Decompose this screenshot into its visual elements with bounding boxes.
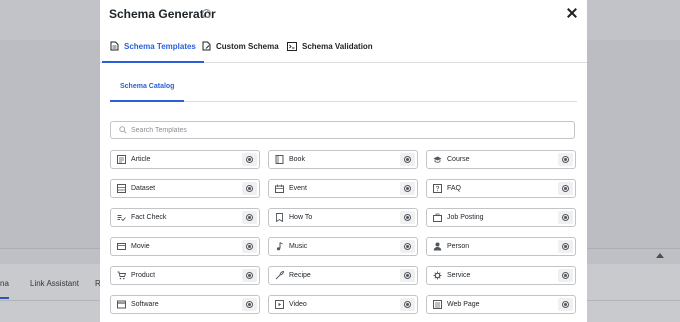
help-icon[interactable]: ?: [202, 9, 211, 18]
template-card-movie[interactable]: Movie: [110, 237, 260, 256]
template-label: Software: [131, 301, 159, 308]
modal-title: Schema Generator: [109, 7, 216, 21]
video-icon: [275, 300, 284, 309]
template-label: Music: [289, 243, 308, 250]
event-icon: [275, 184, 284, 193]
fact-check-icon: [117, 215, 126, 222]
template-card-book[interactable]: Book: [268, 150, 418, 169]
article-icon: [117, 155, 126, 164]
template-card-person[interactable]: Person: [426, 237, 576, 256]
template-label: FAQ: [447, 185, 462, 192]
template-card-job-posting[interactable]: Job Posting: [426, 208, 576, 227]
terminal-icon: [287, 41, 297, 51]
add-template-button[interactable]: [558, 298, 573, 311]
template-label: How To: [289, 214, 313, 221]
service-gear-icon: [433, 271, 442, 280]
search-input[interactable]: [131, 123, 531, 137]
template-label: Service: [447, 272, 471, 279]
template-label: Fact Check: [131, 214, 167, 221]
add-template-button[interactable]: [558, 211, 573, 224]
tab-schema-templates[interactable]: Schema Templates: [102, 30, 204, 63]
how-to-icon: [276, 213, 283, 222]
tab-schema-validation[interactable]: Schema Validation: [287, 30, 373, 62]
template-label: Product: [131, 272, 156, 279]
tab-label: Schema Validation: [302, 41, 373, 51]
dataset-icon: [117, 184, 126, 193]
template-label: Person: [447, 243, 470, 250]
modal-header: Schema Generator ?: [100, 0, 587, 30]
template-card-article[interactable]: Article: [110, 150, 260, 169]
add-template-button[interactable]: [558, 269, 573, 282]
add-template-button[interactable]: [558, 153, 573, 166]
template-label: Movie: [131, 243, 150, 250]
add-template-button[interactable]: [242, 182, 257, 195]
template-label: Job Posting: [447, 214, 484, 221]
template-label: Dataset: [131, 185, 156, 192]
template-card-web-page[interactable]: Web Page: [426, 295, 576, 314]
person-icon: [433, 242, 442, 251]
template-card-faq[interactable]: FAQ: [426, 179, 576, 198]
cart-icon: [117, 271, 126, 280]
template-card-fact-check[interactable]: Fact Check: [110, 208, 260, 227]
book-icon: [275, 155, 284, 164]
add-template-button[interactable]: [242, 298, 257, 311]
add-template-button[interactable]: [400, 298, 415, 311]
template-label: Book: [289, 156, 305, 163]
template-card-service[interactable]: Service: [426, 266, 576, 285]
document-icon: [110, 41, 119, 51]
template-card-course[interactable]: Course: [426, 150, 576, 169]
main-tabs: Schema Templates Custom Schema Schema Va…: [100, 30, 587, 63]
template-card-recipe[interactable]: Recipe: [268, 266, 418, 285]
template-card-event[interactable]: Event: [268, 179, 418, 198]
search-icon: [119, 126, 127, 134]
template-card-product[interactable]: Product: [110, 266, 260, 285]
graduation-cap-icon: [433, 156, 442, 163]
add-template-button[interactable]: [400, 182, 415, 195]
add-template-button[interactable]: [242, 211, 257, 224]
template-card-video[interactable]: Video: [268, 295, 418, 314]
template-label: Event: [289, 185, 307, 192]
search-box[interactable]: [110, 121, 575, 139]
template-label: Course: [447, 156, 470, 163]
add-template-button[interactable]: [558, 182, 573, 195]
tab-custom-schema[interactable]: Custom Schema: [202, 30, 279, 62]
faq-icon: [433, 184, 442, 193]
file-edit-icon: [202, 41, 211, 51]
template-label: Video: [289, 301, 307, 308]
tab-label: Schema Templates: [124, 41, 196, 51]
template-label: Web Page: [447, 301, 480, 308]
add-template-button[interactable]: [400, 153, 415, 166]
template-label: Recipe: [289, 272, 311, 279]
briefcase-icon: [433, 213, 442, 222]
tab-schema-catalog[interactable]: Schema Catalog: [109, 83, 186, 102]
web-page-icon: [433, 300, 442, 309]
add-template-button[interactable]: [400, 240, 415, 253]
template-card-music[interactable]: Music: [268, 237, 418, 256]
add-template-button[interactable]: [400, 269, 415, 282]
recipe-icon: [275, 271, 284, 280]
add-template-button[interactable]: [242, 153, 257, 166]
template-card-dataset[interactable]: Dataset: [110, 179, 260, 198]
music-note-icon: [276, 242, 283, 251]
add-template-button[interactable]: [400, 211, 415, 224]
close-icon[interactable]: [565, 6, 579, 20]
sub-tabs: Schema Catalog: [109, 63, 577, 102]
add-template-button[interactable]: [242, 269, 257, 282]
movie-icon: [117, 243, 126, 250]
add-template-button[interactable]: [242, 240, 257, 253]
template-card-how-to[interactable]: How To: [268, 208, 418, 227]
schema-generator-modal: Schema Generator ? Schema Templates Cust…: [100, 0, 587, 322]
template-label: Article: [131, 156, 151, 163]
add-template-button[interactable]: [558, 240, 573, 253]
tab-label: Custom Schema: [216, 41, 279, 51]
template-card-software[interactable]: Software: [110, 295, 260, 314]
software-window-icon: [117, 300, 126, 309]
